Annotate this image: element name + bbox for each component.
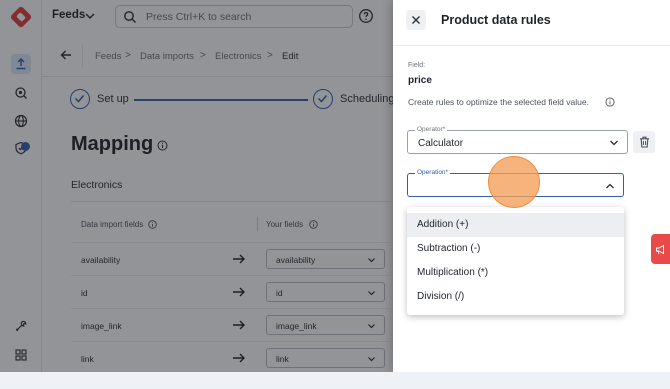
click-indicator: [488, 156, 540, 208]
footer-strip: [0, 372, 670, 389]
chevron-down-icon: [610, 140, 618, 146]
menu-item-multiplication[interactable]: Multiplication (*): [407, 261, 624, 285]
drawer-header-divider: [393, 45, 670, 46]
field-caption: Field:: [408, 62, 426, 69]
chevron-up-icon: [606, 183, 614, 189]
delete-rule-button[interactable]: [633, 131, 655, 153]
megaphone-icon: [656, 244, 664, 254]
rules-description: Create rules to optimize the selected fi…: [408, 97, 589, 107]
operation-dropdown-menu: Addition (+) Subtraction (-) Multiplicat…: [407, 207, 624, 315]
menu-item-addition[interactable]: Addition (+): [407, 213, 624, 237]
close-icon: [412, 16, 420, 24]
trash-icon: [639, 136, 649, 148]
menu-item-subtraction[interactable]: Subtraction (-): [407, 237, 624, 261]
operation-label: Operation*: [415, 169, 451, 176]
modal-backdrop[interactable]: [0, 0, 393, 372]
close-button[interactable]: [406, 10, 426, 30]
operator-label: Operator*: [415, 126, 448, 133]
field-value: price: [408, 75, 432, 86]
menu-item-division[interactable]: Division (/): [407, 285, 624, 309]
feedback-button[interactable]: [651, 234, 670, 264]
operator-value: Calculator: [418, 138, 464, 149]
info-icon[interactable]: [605, 97, 615, 107]
drawer-title: Product data rules: [441, 13, 551, 27]
operator-select[interactable]: Operator* Calculator: [407, 126, 628, 154]
